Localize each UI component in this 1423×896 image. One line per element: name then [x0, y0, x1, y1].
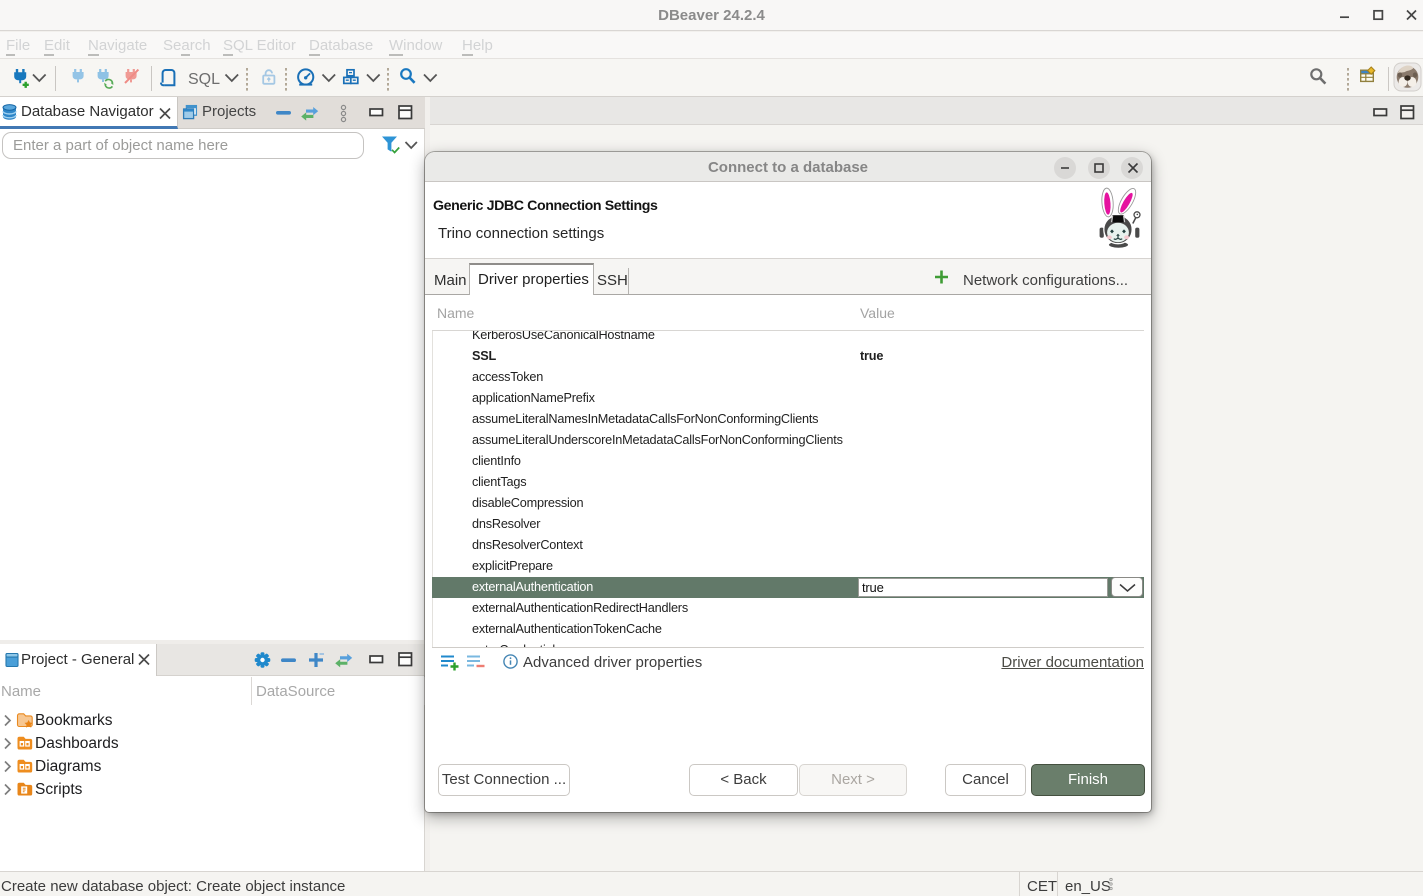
svg-text:SQL: SQL: [188, 71, 220, 88]
